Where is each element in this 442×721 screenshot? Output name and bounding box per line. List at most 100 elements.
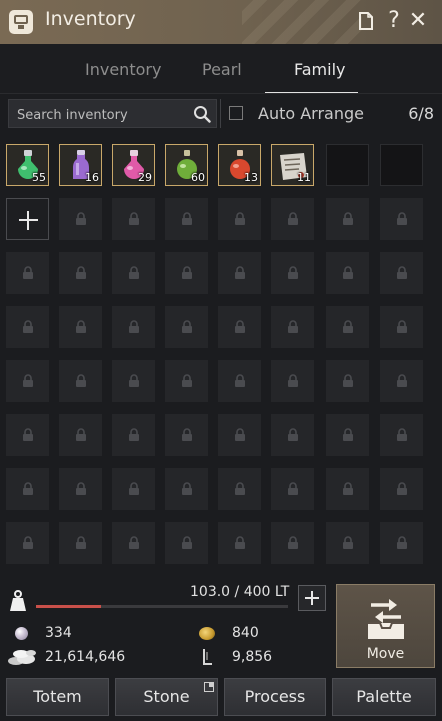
help-icon[interactable]: ? <box>382 9 406 33</box>
totem-button[interactable]: Totem <box>6 678 109 716</box>
locked-slot[interactable] <box>59 252 102 294</box>
locked-slot[interactable] <box>59 522 102 564</box>
auto-arrange-label[interactable]: Auto Arrange <box>258 104 364 123</box>
locked-slot[interactable] <box>112 198 155 240</box>
inventory-slot-empty[interactable] <box>326 144 369 186</box>
locked-slot[interactable] <box>6 360 49 402</box>
locked-slot[interactable] <box>380 468 423 510</box>
locked-slot[interactable] <box>165 414 208 456</box>
search-input[interactable] <box>15 104 187 126</box>
locked-slot[interactable] <box>218 468 261 510</box>
add-slot-button[interactable] <box>6 198 49 240</box>
locked-slot[interactable] <box>112 252 155 294</box>
locked-slot[interactable] <box>326 522 369 564</box>
inventory-slot-empty[interactable] <box>380 144 423 186</box>
lock-icon <box>23 374 33 387</box>
lock-icon <box>76 428 86 441</box>
inventory-slot-item[interactable]: 29 <box>112 144 155 186</box>
move-button[interactable]: Move <box>336 584 435 668</box>
locked-slot[interactable] <box>165 252 208 294</box>
locked-slot[interactable] <box>165 198 208 240</box>
lock-icon <box>76 320 86 333</box>
locked-slot[interactable] <box>380 522 423 564</box>
locked-slot[interactable] <box>6 252 49 294</box>
slot-count: 6/8 <box>408 104 434 123</box>
stone-button[interactable]: Stone <box>115 678 218 716</box>
locked-slot[interactable] <box>6 468 49 510</box>
lock-icon <box>23 482 33 495</box>
document-icon[interactable] <box>354 9 378 33</box>
locked-slot[interactable] <box>326 252 369 294</box>
locked-slot[interactable] <box>218 306 261 348</box>
locked-slot[interactable] <box>59 306 102 348</box>
title-bar-pattern <box>242 0 362 44</box>
locked-slot[interactable] <box>165 360 208 402</box>
locked-slot[interactable] <box>380 306 423 348</box>
palette-button[interactable]: Palette <box>332 678 436 716</box>
lock-icon <box>397 536 407 549</box>
lock-icon <box>129 428 139 441</box>
locked-slot[interactable] <box>326 198 369 240</box>
inventory-slot-item[interactable]: 55 <box>6 144 49 186</box>
locked-slot[interactable] <box>271 360 314 402</box>
locked-slot[interactable] <box>112 414 155 456</box>
locked-slot[interactable] <box>218 198 261 240</box>
lock-icon <box>129 374 139 387</box>
locked-slot[interactable] <box>326 468 369 510</box>
locked-slot[interactable] <box>326 414 369 456</box>
locked-slot[interactable] <box>218 360 261 402</box>
locked-slot[interactable] <box>271 306 314 348</box>
locked-slot[interactable] <box>165 468 208 510</box>
locked-slot[interactable] <box>6 306 49 348</box>
lock-icon <box>182 428 192 441</box>
weight-bar <box>36 605 288 608</box>
locked-slot[interactable] <box>326 360 369 402</box>
lock-icon <box>182 266 192 279</box>
lock-icon <box>235 536 245 549</box>
locked-slot[interactable] <box>112 468 155 510</box>
close-icon[interactable]: ✕ <box>406 9 430 33</box>
inventory-slot-item[interactable]: 13 <box>218 144 261 186</box>
locked-slot[interactable] <box>165 522 208 564</box>
window-title: Inventory <box>45 8 136 30</box>
locked-slot[interactable] <box>271 414 314 456</box>
search-box[interactable] <box>8 99 217 128</box>
locked-slot[interactable] <box>380 198 423 240</box>
locked-slot[interactable] <box>380 360 423 402</box>
locked-slot[interactable] <box>218 252 261 294</box>
locked-slot[interactable] <box>112 360 155 402</box>
coin-icon <box>199 627 215 640</box>
lock-icon <box>343 212 353 225</box>
locked-slot[interactable] <box>271 468 314 510</box>
locked-slot[interactable] <box>59 360 102 402</box>
locked-slot[interactable] <box>6 522 49 564</box>
locked-slot[interactable] <box>6 414 49 456</box>
locked-slot[interactable] <box>59 414 102 456</box>
tab-pearl[interactable]: Pearl <box>202 60 242 79</box>
locked-slot[interactable] <box>165 306 208 348</box>
locked-slot[interactable] <box>218 522 261 564</box>
locked-slot[interactable] <box>218 414 261 456</box>
locked-slot[interactable] <box>112 522 155 564</box>
tab-inventory[interactable]: Inventory <box>85 60 161 79</box>
process-button[interactable]: Process <box>224 678 326 716</box>
auto-arrange-checkbox[interactable] <box>229 106 243 120</box>
locked-slot[interactable] <box>271 198 314 240</box>
inventory-slot-item[interactable]: 60 <box>165 144 208 186</box>
lock-icon <box>23 320 33 333</box>
locked-slot[interactable] <box>326 306 369 348</box>
locked-slot[interactable] <box>59 468 102 510</box>
locked-slot[interactable] <box>271 252 314 294</box>
increase-weight-button[interactable] <box>298 585 326 611</box>
locked-slot[interactable] <box>380 252 423 294</box>
inventory-slot-item[interactable]: 11 <box>271 144 314 186</box>
locked-slot[interactable] <box>271 522 314 564</box>
lock-icon <box>235 320 245 333</box>
search-icon[interactable] <box>193 105 211 123</box>
locked-slot[interactable] <box>59 198 102 240</box>
tab-family[interactable]: Family <box>294 60 345 79</box>
lock-icon <box>288 212 298 225</box>
locked-slot[interactable] <box>380 414 423 456</box>
locked-slot[interactable] <box>112 306 155 348</box>
inventory-slot-item[interactable]: 16 <box>59 144 102 186</box>
